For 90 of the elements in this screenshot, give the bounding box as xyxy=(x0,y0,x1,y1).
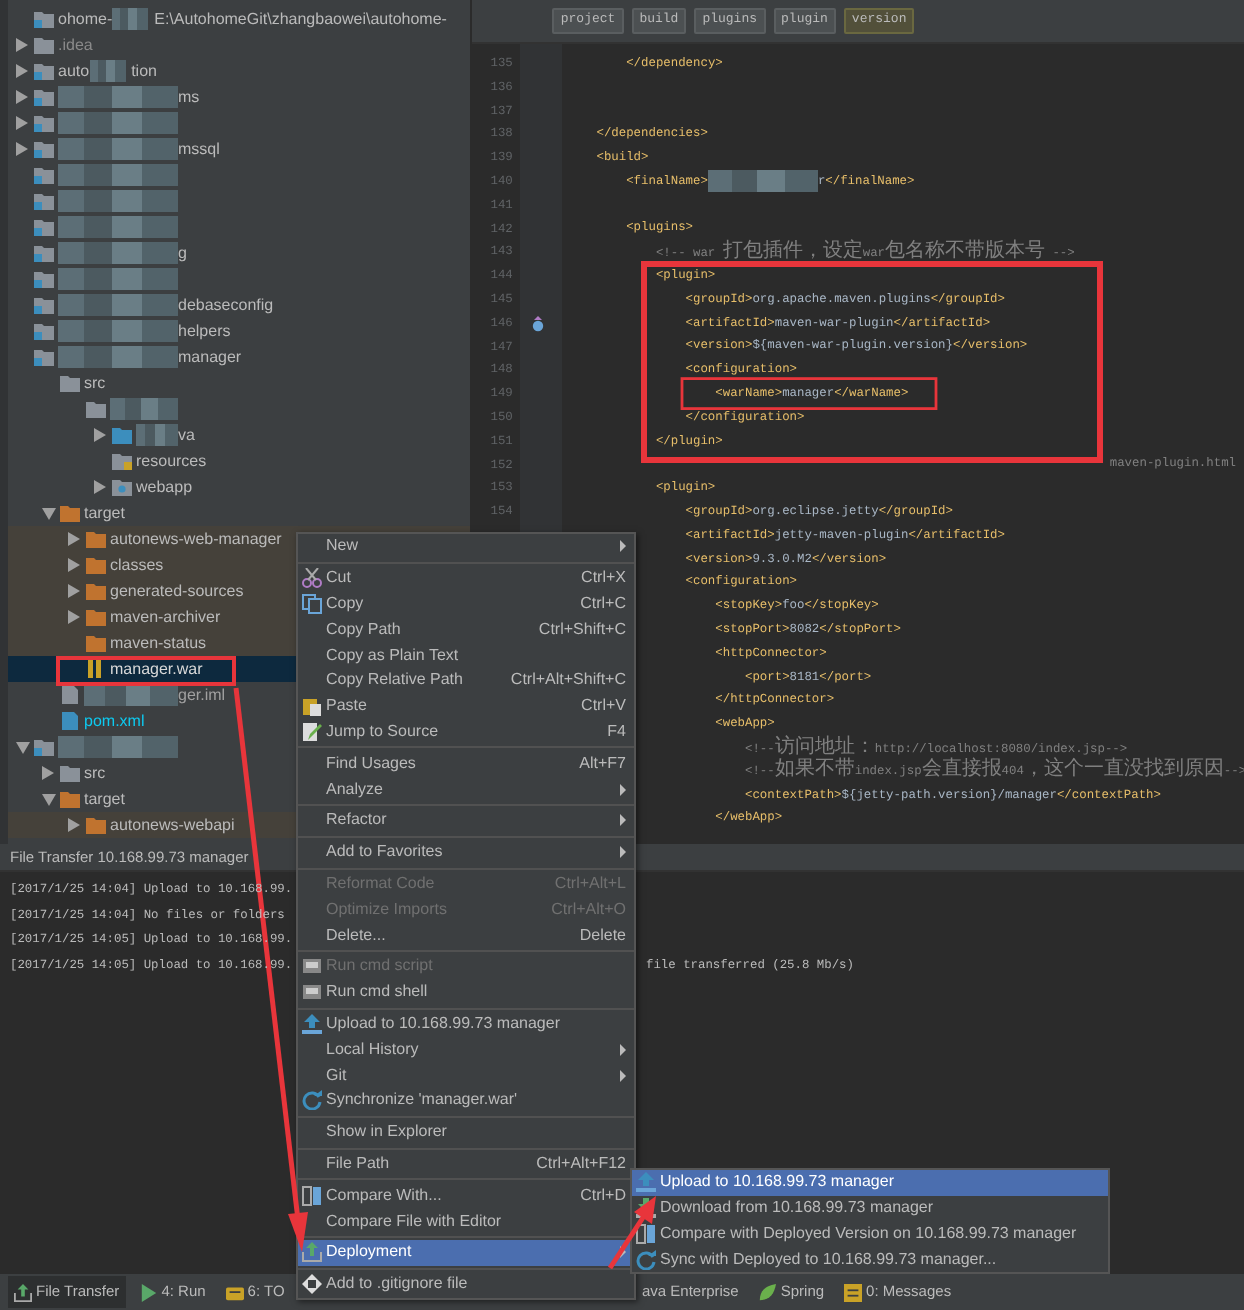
expanded-arrow-icon[interactable] xyxy=(41,507,55,519)
folder-icon xyxy=(34,114,54,132)
menu-item[interactable]: Deployment xyxy=(298,1239,634,1266)
menu-item[interactable]: Paste Ctrl+V xyxy=(298,693,634,720)
menu-item[interactable]: Cut Ctrl+X xyxy=(298,565,634,592)
folder-icon xyxy=(112,478,132,496)
collapsed-arrow-icon[interactable] xyxy=(16,38,28,52)
menu-item[interactable]: Upload to 10.168.99.73 manager xyxy=(632,1170,1108,1196)
tree-item[interactable]: helpers xyxy=(8,318,471,344)
menu-item[interactable]: Compare with Deployed Version on 10.168.99.73 manager xyxy=(632,1221,1108,1247)
menu-item[interactable]: Show in Explorer xyxy=(298,1119,634,1146)
tree-item[interactable]: manager xyxy=(8,344,471,370)
deploy-icon xyxy=(14,1283,32,1301)
tree-item[interactable]: webapp xyxy=(8,474,471,500)
upload-icon xyxy=(636,1172,656,1193)
sync-icon xyxy=(636,1249,656,1270)
sync-icon xyxy=(302,1090,322,1111)
menu-item[interactable]: Local History xyxy=(298,1036,634,1063)
leaf-icon xyxy=(758,1283,777,1301)
expanded-arrow-icon[interactable] xyxy=(41,793,55,805)
compare-icon xyxy=(302,1185,322,1206)
collapsed-arrow-icon[interactable] xyxy=(16,64,28,78)
folder-icon xyxy=(34,192,54,210)
archive-icon xyxy=(86,660,106,678)
menu-item[interactable]: Find Usages Alt+F7 xyxy=(298,750,634,777)
menu-item[interactable]: Compare File with Editor xyxy=(298,1208,634,1234)
clipboard-icon xyxy=(302,696,322,717)
collapsed-arrow-icon[interactable] xyxy=(16,90,28,104)
collapsed-arrow-icon[interactable] xyxy=(94,428,106,442)
collapsed-arrow-icon[interactable] xyxy=(94,480,106,494)
folder-icon xyxy=(34,296,54,314)
tree-item[interactable]: ms xyxy=(8,84,471,110)
tree-item[interactable]: va xyxy=(8,422,471,448)
tree-item[interactable]: g xyxy=(8,240,471,266)
tree-item[interactable]: target xyxy=(8,500,471,526)
deploy-icon xyxy=(302,1242,322,1263)
collapsed-arrow-icon[interactable] xyxy=(68,818,80,832)
tree-item[interactable]: auto tion xyxy=(8,58,471,84)
folder-icon xyxy=(34,140,54,158)
terminal-icon xyxy=(302,956,322,977)
tree-item[interactable]: .idea xyxy=(8,32,471,58)
messages-icon xyxy=(844,1283,863,1301)
collapsed-arrow-icon[interactable] xyxy=(16,116,28,130)
folder-icon xyxy=(34,36,54,54)
menu-item[interactable]: Analyze xyxy=(298,776,634,802)
tree-item[interactable]: mssql xyxy=(8,136,471,162)
collapsed-arrow-icon[interactable] xyxy=(68,610,80,624)
menu-item[interactable]: Add to Favorites xyxy=(298,839,634,866)
collapsed-arrow-icon[interactable] xyxy=(68,532,80,546)
tree-item[interactable]: resources xyxy=(8,448,471,474)
folder-icon xyxy=(34,270,54,288)
expanded-arrow-icon[interactable] xyxy=(15,741,29,753)
tree-item[interactable]: ohome- E:\AutohomeGit\zhangbaowei\autohome- xyxy=(8,6,471,32)
compare-icon xyxy=(636,1223,656,1244)
scissors-icon xyxy=(302,568,322,589)
run-icon xyxy=(139,1283,158,1301)
folder-icon xyxy=(112,452,132,470)
pencil-icon xyxy=(302,721,322,742)
copy-icon xyxy=(302,593,322,614)
menu-item[interactable]: Git xyxy=(298,1062,634,1088)
menu-item[interactable]: Jump to Source F4 xyxy=(298,719,634,745)
folder-icon xyxy=(34,218,54,236)
todo-icon xyxy=(225,1283,244,1301)
folder-icon xyxy=(34,322,54,340)
collapsed-arrow-icon[interactable] xyxy=(68,558,80,572)
menu-item[interactable]: Run cmd shell xyxy=(298,979,634,1006)
collapsed-arrow-icon[interactable] xyxy=(42,766,54,780)
menu-item[interactable]: Refactor xyxy=(298,807,634,834)
menu-item[interactable]: Add to .gitignore file xyxy=(298,1271,634,1298)
upload-icon xyxy=(302,1013,322,1034)
menu-item[interactable]: Upload to 10.168.99.73 manager xyxy=(298,1011,634,1037)
terminal-icon xyxy=(302,982,322,1003)
tree-item[interactable]: debaseconfig xyxy=(8,292,471,318)
menu-item[interactable]: Compare With... Ctrl+D xyxy=(298,1182,634,1209)
folder-icon xyxy=(34,738,54,756)
tree-item[interactable]: src xyxy=(8,370,471,396)
ignore-file-icon xyxy=(302,1274,322,1295)
folder-icon xyxy=(34,88,54,106)
folder-icon xyxy=(34,244,54,262)
folder-icon xyxy=(34,348,54,366)
collapsed-arrow-icon[interactable] xyxy=(16,142,28,156)
menu-item[interactable]: Sync with Deployed to 10.168.99.73 manager... xyxy=(632,1246,1108,1273)
folder-icon xyxy=(34,62,54,80)
collapsed-arrow-icon[interactable] xyxy=(68,584,80,598)
menu-item[interactable]: Synchronize 'manager.war' xyxy=(298,1087,634,1114)
implementation-icon[interactable] xyxy=(531,315,544,332)
menu-item[interactable]: File Path Ctrl+Alt+F12 xyxy=(298,1151,634,1177)
folder-icon xyxy=(34,166,54,184)
menu-item[interactable]: Delete... Delete xyxy=(298,922,634,948)
folder-icon xyxy=(34,10,54,28)
